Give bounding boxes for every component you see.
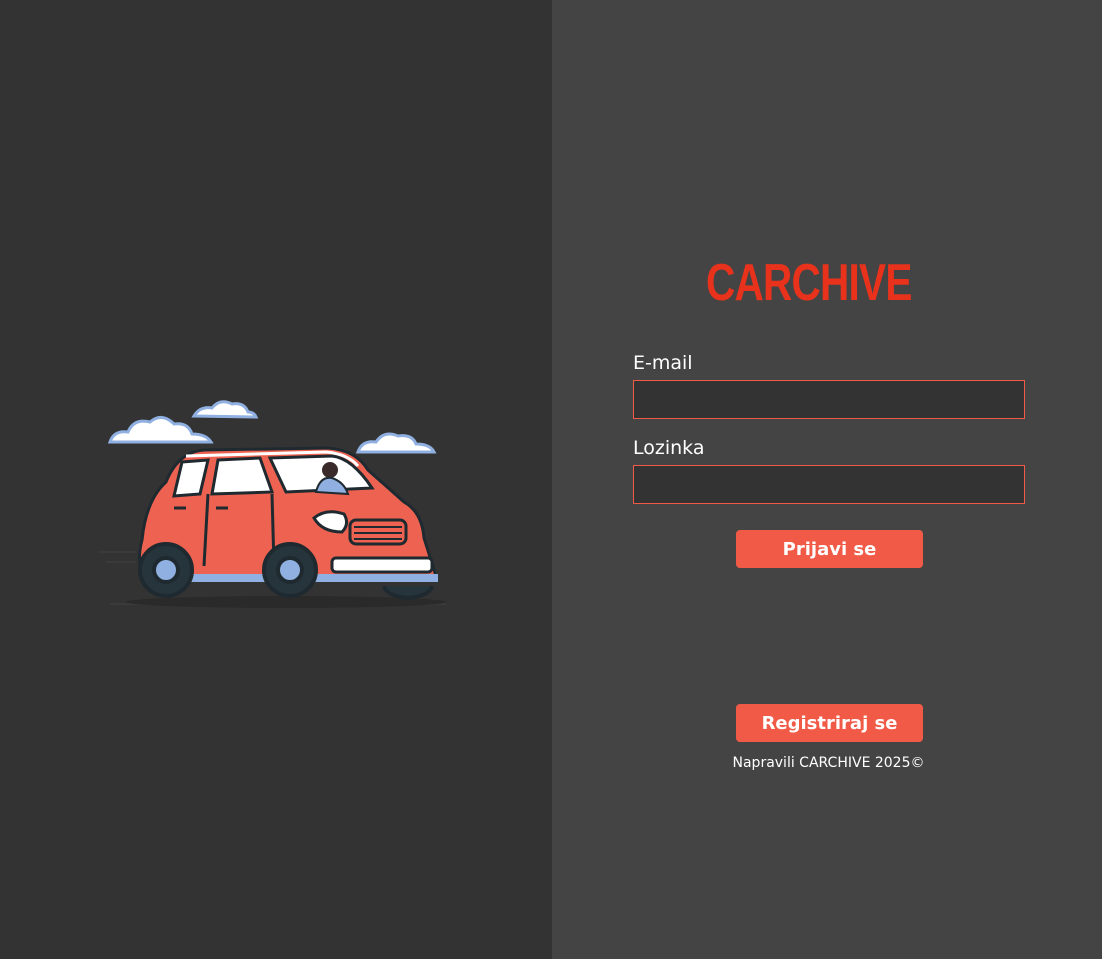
login-button[interactable]: Prijavi se [736,530,923,568]
email-field[interactable] [633,380,1025,419]
login-form: E-mail Lozinka [633,350,1025,504]
password-field[interactable] [633,465,1025,504]
password-label: Lozinka [633,437,705,459]
right-panel: CARCHIVE E-mail Lozinka Prijavi se Regis… [552,0,1102,959]
footer-text: Napravili CARCHIVE 2025© [732,755,925,771]
car-illustration-icon [98,400,446,608]
brand-name: CARCHIVE [706,253,912,312]
brand-logo: CARCHIVE [702,235,962,330]
register-button[interactable]: Registriraj se [736,704,923,742]
email-label: E-mail [633,352,693,374]
login-page: CARCHIVE E-mail Lozinka Prijavi se Regis… [0,0,1102,959]
password-group: Lozinka [633,435,1025,504]
left-panel [0,0,552,959]
